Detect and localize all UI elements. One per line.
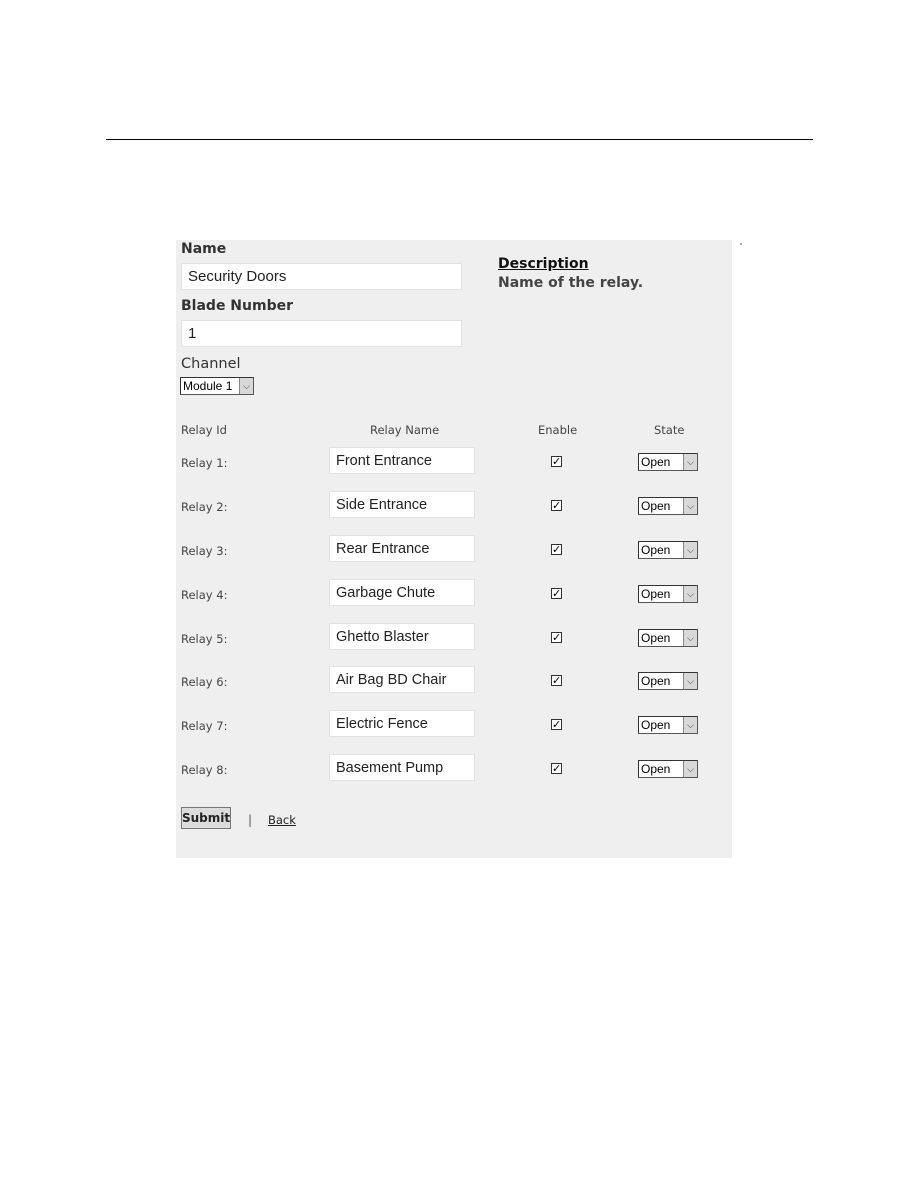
submit-button[interactable]: Submit <box>181 807 231 829</box>
horizontal-rule <box>106 139 813 140</box>
enable-checkbox[interactable]: ✓ <box>551 719 562 730</box>
relay-id: Relay 8: <box>181 763 228 777</box>
checkmark-icon: ✓ <box>552 674 562 687</box>
relay-id: Relay 3: <box>181 544 228 558</box>
description-heading: Description <box>498 256 589 272</box>
name-input[interactable]: Security Doors <box>181 263 462 290</box>
chevron-down-icon: ⌵ <box>683 498 697 514</box>
state-select[interactable]: Open ⌵ <box>638 672 698 690</box>
state-select[interactable]: Open ⌵ <box>638 541 698 559</box>
relay-name-input[interactable]: Side Entrance <box>329 491 475 518</box>
relay-name-input[interactable]: Rear Entrance <box>329 535 475 562</box>
relay-id: Relay 6: <box>181 675 228 689</box>
relay-id: Relay 2: <box>181 500 228 514</box>
header-relay-name: Relay Name <box>370 423 440 437</box>
state-select[interactable]: Open ⌵ <box>638 629 698 647</box>
chevron-down-icon: ⌵ <box>239 378 253 394</box>
header-state: State <box>654 423 685 437</box>
checkmark-icon: ✓ <box>552 499 562 512</box>
state-select[interactable]: Open ⌵ <box>638 453 698 471</box>
enable-checkbox[interactable]: ✓ <box>551 632 562 643</box>
enable-checkbox[interactable]: ✓ <box>551 544 562 555</box>
state-select-value: Open <box>641 499 671 513</box>
channel-label: Channel <box>181 356 241 372</box>
state-select[interactable]: Open ⌵ <box>638 716 698 734</box>
relay-name-input[interactable]: Basement Pump <box>329 754 475 781</box>
checkmark-icon: ✓ <box>552 543 562 556</box>
checkmark-icon: ✓ <box>552 762 562 775</box>
relay-id: Relay 4: <box>181 588 228 602</box>
back-link[interactable]: Back <box>268 813 296 827</box>
state-select[interactable]: Open ⌵ <box>638 497 698 515</box>
enable-checkbox[interactable]: ✓ <box>551 675 562 686</box>
chevron-down-icon: ⌵ <box>683 454 697 470</box>
chevron-down-icon: ⌵ <box>683 542 697 558</box>
channel-select-value: Module 1 <box>183 379 233 393</box>
description-text: Name of the relay. <box>498 275 644 291</box>
name-label: Name <box>181 241 227 257</box>
checkmark-icon: ✓ <box>552 455 562 468</box>
checkmark-icon: ✓ <box>552 631 562 644</box>
header-enable: Enable <box>538 423 578 437</box>
checkmark-icon: ✓ <box>552 587 562 600</box>
blade-number-input[interactable]: 1 <box>181 320 462 347</box>
state-select-value: Open <box>641 455 671 469</box>
enable-checkbox[interactable]: ✓ <box>551 763 562 774</box>
chevron-down-icon: ⌵ <box>683 630 697 646</box>
chevron-down-icon: ⌵ <box>683 673 697 689</box>
blade-number-label: Blade Number <box>181 298 293 314</box>
enable-checkbox[interactable]: ✓ <box>551 456 562 467</box>
header-relay-id: Relay Id <box>181 423 227 437</box>
decorative-dot <box>740 243 742 245</box>
state-select[interactable]: Open ⌵ <box>638 760 698 778</box>
chevron-down-icon: ⌵ <box>683 717 697 733</box>
channel-select[interactable]: Module 1 ⌵ <box>180 377 254 395</box>
state-select-value: Open <box>641 674 671 688</box>
relay-name-input[interactable]: Electric Fence <box>329 710 475 737</box>
enable-checkbox[interactable]: ✓ <box>551 588 562 599</box>
state-select-value: Open <box>641 718 671 732</box>
state-select-value: Open <box>641 631 671 645</box>
relay-id: Relay 7: <box>181 719 228 733</box>
relay-name-input[interactable]: Air Bag BD Chair <box>329 666 475 693</box>
relay-id: Relay 5: <box>181 632 228 646</box>
relay-name-input[interactable]: Ghetto Blaster <box>329 623 475 650</box>
state-select-value: Open <box>641 587 671 601</box>
enable-checkbox[interactable]: ✓ <box>551 500 562 511</box>
chevron-down-icon: ⌵ <box>683 761 697 777</box>
separator: | <box>248 813 253 827</box>
relay-id: Relay 1: <box>181 456 228 470</box>
chevron-down-icon: ⌵ <box>683 586 697 602</box>
relay-name-input[interactable]: Front Entrance <box>329 447 475 474</box>
checkmark-icon: ✓ <box>552 718 562 731</box>
state-select-value: Open <box>641 543 671 557</box>
state-select-value: Open <box>641 762 671 776</box>
relay-name-input[interactable]: Garbage Chute <box>329 579 475 606</box>
state-select[interactable]: Open ⌵ <box>638 585 698 603</box>
